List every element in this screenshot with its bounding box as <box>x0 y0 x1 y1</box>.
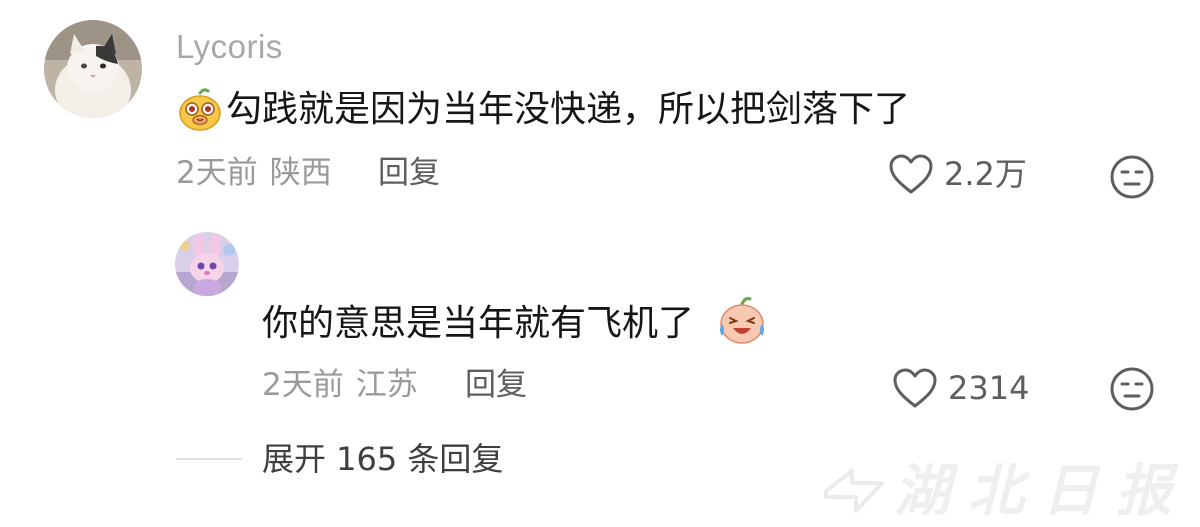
comment-location: 陕西 <box>269 155 332 191</box>
heart-icon <box>893 368 937 408</box>
bunny-plush-avatar-icon <box>175 232 239 296</box>
unamused-face-icon <box>1110 155 1154 199</box>
like-count: 2.2万 <box>944 155 1027 193</box>
watermark-text: 湖北日报 <box>894 458 1190 524</box>
reply-text: 你的意思是当年就有飞机了 <box>262 303 695 344</box>
comment-section: Lycoris 勾践就是因为当年没快递，所以把剑落下了 2天前 陕西 回复 2.2… <box>0 0 1200 527</box>
reply-time: 2天前 <box>262 367 344 403</box>
expand-divider <box>176 458 242 460</box>
watermark: 湖北日报 <box>822 463 1190 519</box>
reply-user-avatar[interactable] <box>175 232 239 296</box>
username[interactable]: Lycoris <box>176 28 283 66</box>
expand-replies-button[interactable]: 展开 165 条回复 <box>262 443 503 475</box>
reply-like-count: 2314 <box>948 369 1030 407</box>
dislike-button[interactable] <box>1108 153 1156 201</box>
cat-avatar-icon <box>44 20 142 118</box>
newspaper-logo-icon <box>824 469 884 513</box>
reply-like-button[interactable]: 2314 <box>892 367 1029 409</box>
like-button[interactable]: 2.2万 <box>888 153 1027 195</box>
bear-face-emoji-icon <box>178 88 222 132</box>
reply-reply-button[interactable]: 回复 <box>465 370 527 401</box>
user-avatar[interactable] <box>44 20 142 118</box>
comment-text: 勾践就是因为当年没快递，所以把剑落下了 <box>226 89 911 130</box>
comment-meta: 2天前 陕西 <box>176 158 332 189</box>
unamused-face-icon <box>1110 367 1154 411</box>
reply-meta: 2天前 江苏 <box>262 370 418 401</box>
reply-button[interactable]: 回复 <box>378 158 440 189</box>
crying-laughing-peach-emoji-icon <box>716 296 768 346</box>
reply-location: 江苏 <box>355 367 418 403</box>
comment-time: 2天前 <box>176 155 258 191</box>
heart-icon <box>889 154 933 194</box>
reply-dislike-button[interactable] <box>1108 365 1156 413</box>
